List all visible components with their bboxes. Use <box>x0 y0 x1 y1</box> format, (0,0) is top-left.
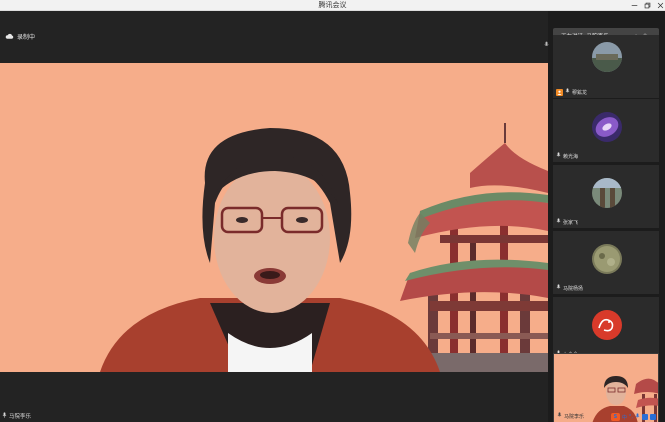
participant-label: 马院杨扬 <box>556 284 583 292</box>
host-icon <box>556 88 563 96</box>
ime-toolbar: S 中 °, <box>610 413 656 421</box>
ime-logo[interactable]: S <box>610 413 620 421</box>
pagoda-background <box>400 123 548 372</box>
participant-name: 赖光海 <box>563 153 579 160</box>
panel-microphone-icon <box>544 33 549 52</box>
speaker-video-frame <box>100 123 548 372</box>
speaker-person <box>100 128 440 372</box>
ime-keyboard-icon[interactable] <box>642 414 648 420</box>
main-video-area: 录制中 马院李乐 <box>0 11 548 422</box>
microphone-icon <box>565 88 570 96</box>
ime-menu-icon[interactable] <box>650 414 656 420</box>
recording-label: 录制中 <box>17 34 36 41</box>
participant-avatar <box>592 244 622 274</box>
participant-tile[interactable]: 张家飞 <box>553 165 659 228</box>
participant-avatar <box>592 112 622 142</box>
microphone-icon <box>556 284 561 292</box>
participant-name: 张家飞 <box>563 219 579 226</box>
close-icon <box>657 2 663 8</box>
minimize-icon <box>631 4 637 6</box>
self-video-tile[interactable]: 马院李乐 S 中 °, <box>553 353 659 422</box>
speaker-video[interactable] <box>0 63 548 372</box>
participant-label: 穆鉱龙 <box>556 88 587 96</box>
participant-tile[interactable]: 赖光海 <box>553 99 659 162</box>
meeting-app: 腾讯会议 录制中 马院李乐 穆鉱龙 赖光海 张家飞 马院杨扬 马院李乐 S 中 … <box>0 0 665 422</box>
participants-panel: 正在讲话: 马院李乐 穆鉱龙 赖光海 <box>544 11 665 422</box>
cloud-icon <box>5 33 14 39</box>
microphone-icon <box>557 412 562 420</box>
restore-icon <box>644 2 650 8</box>
recording-badge[interactable]: 录制中 <box>5 31 35 42</box>
microphone-icon <box>556 218 561 226</box>
participant-name: 穆鉱龙 <box>572 89 588 96</box>
participant-name: 马院杨扬 <box>563 285 584 292</box>
ime-microphone-icon[interactable] <box>635 413 640 421</box>
ime-language[interactable]: 中 <box>622 414 627 421</box>
speaker-name: 马院李乐 <box>9 414 32 420</box>
self-name: 马院李乐 <box>564 413 585 420</box>
ime-punctuation[interactable]: °, <box>629 414 633 420</box>
participant-tile[interactable]: 卜令全 <box>553 297 659 360</box>
close-button[interactable] <box>652 0 665 10</box>
speaker-name-label: 马院李乐 <box>2 412 31 420</box>
self-label: 马院李乐 <box>557 412 584 420</box>
participant-label: 赖光海 <box>556 152 578 160</box>
window-title: 腾讯会议 <box>318 1 347 9</box>
participant-tile[interactable]: 马院杨扬 <box>553 231 659 294</box>
participant-tile[interactable]: 穆鉱龙 <box>553 35 659 98</box>
participant-avatar <box>592 178 622 208</box>
title-bar: 腾讯会议 <box>0 0 665 11</box>
microphone-icon <box>556 152 561 160</box>
participant-label: 张家飞 <box>556 218 578 226</box>
participant-avatar <box>592 310 622 340</box>
participant-avatar <box>592 42 622 72</box>
microphone-icon <box>2 412 7 420</box>
